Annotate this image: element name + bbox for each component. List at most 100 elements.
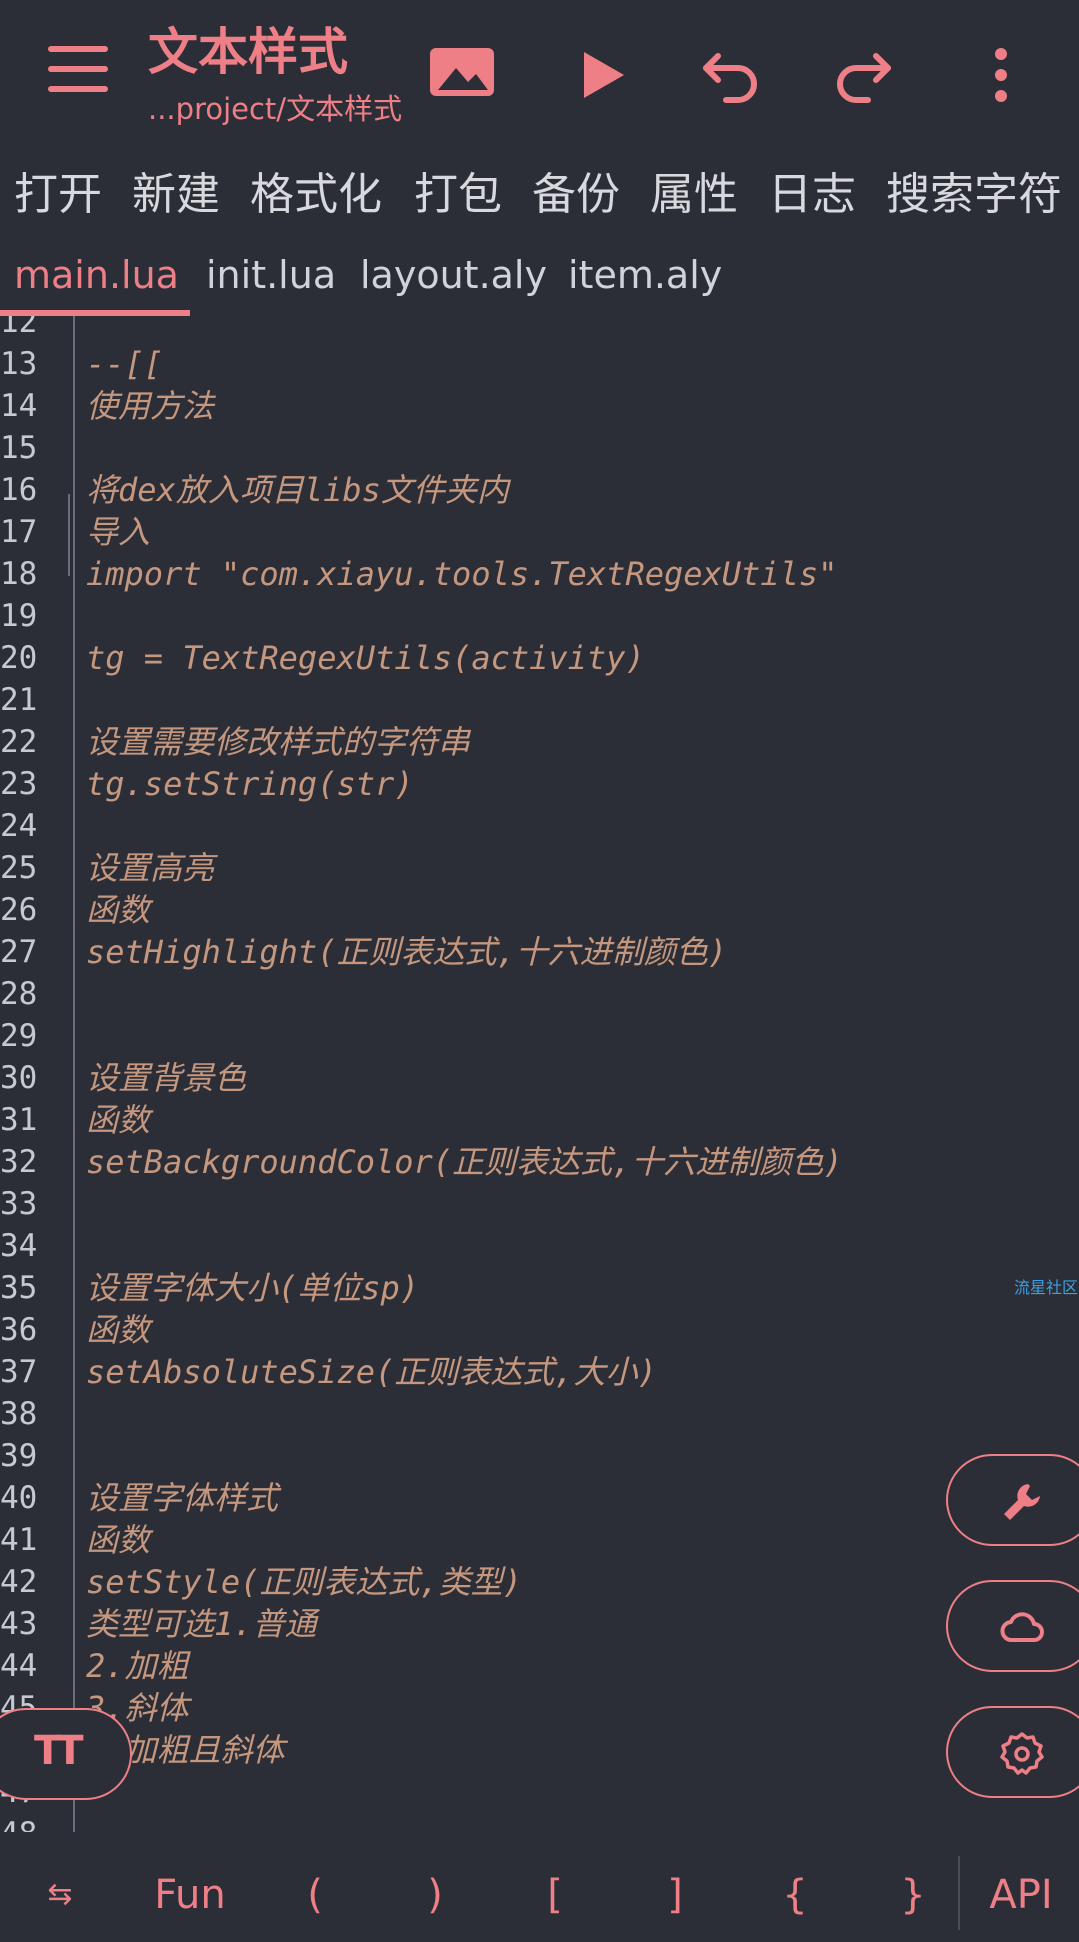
code-line[interactable]: 38 <box>0 1393 1079 1435</box>
code-line[interactable]: 27 setHighlight(正则表达式,十六进制颜色) <box>0 931 1079 973</box>
code-line[interactable]: 25 设置高亮 <box>0 847 1079 889</box>
line-number: 18 <box>0 556 38 592</box>
line-number: 26 <box>0 892 38 928</box>
code-line[interactable]: 41 函数 <box>0 1519 1079 1561</box>
watermark: 流星社区 <box>1014 1278 1079 1297</box>
code-text: 设置背景色 <box>86 1059 247 1097</box>
code-line[interactable]: 453.斜体 <box>0 1687 1079 1729</box>
line-number: 43 <box>0 1606 38 1642</box>
code-text: setBackgroundColor(正则表达式,十六进制颜色) <box>86 1143 843 1181</box>
menu-icon[interactable] <box>48 46 108 98</box>
code-line[interactable]: 33 <box>0 1183 1079 1225</box>
code-text: 函数 <box>86 1101 151 1139</box>
line-number: 36 <box>0 1312 38 1348</box>
code-line[interactable]: 14 使用方法 <box>0 385 1079 427</box>
code-line[interactable]: 36 函数 <box>0 1309 1079 1351</box>
code-line[interactable]: 16 将dex放入项目libs文件夹内 <box>0 469 1079 511</box>
project-path: ...project/文本样式 <box>148 92 403 126</box>
line-number: 14 <box>0 388 38 424</box>
code-line[interactable]: 40 设置字体样式 <box>0 1477 1079 1519</box>
redo-icon[interactable] <box>828 40 898 110</box>
line-number: 31 <box>0 1102 38 1138</box>
code-line[interactable]: 42 setStyle(正则表达式,类型) <box>0 1561 1079 1603</box>
code-line[interactable]: 44 2.加粗 <box>0 1645 1079 1687</box>
code-text: 设置字体样式 <box>86 1479 279 1517</box>
symbol-open-paren[interactable]: ( <box>290 1848 340 1942</box>
cloud-button[interactable] <box>946 1580 1079 1672</box>
line-number: 29 <box>0 1018 38 1054</box>
code-lines: 12 13 --[[14 使用方法 15 16 将dex放入项目libs文件夹内 17 导入 18… <box>0 316 1079 1832</box>
tab-item-aly[interactable]: item.aly <box>568 244 722 306</box>
line-number: 38 <box>0 1396 38 1432</box>
code-text: 类型可选1.普通 <box>86 1605 317 1643</box>
symbol-close-paren[interactable]: ) <box>410 1848 460 1942</box>
line-number: 12 <box>0 316 38 340</box>
line-number: 39 <box>0 1438 38 1474</box>
menu-item-open[interactable]: 打开 <box>14 160 102 230</box>
code-line[interactable]: 23 tg.setString(str) <box>0 763 1079 805</box>
symbol-bar: ⇆ Fun ( ) [ ] { } API <box>0 1848 1079 1942</box>
api-button[interactable]: API <box>976 1848 1066 1942</box>
code-line[interactable]: 15 <box>0 427 1079 469</box>
menu-item-backup[interactable]: 备份 <box>532 160 620 230</box>
code-line[interactable]: 43 类型可选1.普通 <box>0 1603 1079 1645</box>
line-number: 30 <box>0 1060 38 1096</box>
more-vert-icon[interactable] <box>966 40 1036 110</box>
symbol-open-brace[interactable]: { <box>770 1848 820 1942</box>
code-line[interactable]: 464.加粗且斜体 <box>0 1729 1079 1771</box>
code-line[interactable]: 20 tg = TextRegexUtils(activity) <box>0 637 1079 679</box>
code-text: setAbsoluteSize(正则表达式,大小) <box>86 1353 657 1391</box>
symbol-open-bracket[interactable]: [ <box>530 1848 580 1942</box>
symbol-close-brace[interactable]: } <box>888 1848 938 1942</box>
code-editor[interactable]: 12 13 --[[14 使用方法 15 16 将dex放入项目libs文件夹内 17 导入 18… <box>0 316 1079 1832</box>
code-line[interactable]: 47 <box>0 1771 1079 1813</box>
menu-item-format[interactable]: 格式化 <box>250 160 382 230</box>
code-line[interactable]: 19 <box>0 595 1079 637</box>
code-line[interactable]: 12 <box>0 316 1079 343</box>
undo-icon[interactable] <box>696 40 766 110</box>
play-icon[interactable] <box>566 40 636 110</box>
symbol-fun[interactable]: Fun <box>140 1848 240 1942</box>
tools-button[interactable] <box>946 1454 1079 1546</box>
line-number: 34 <box>0 1228 38 1264</box>
tab-layout-aly[interactable]: layout.aly <box>360 244 547 306</box>
settings-button[interactable] <box>946 1706 1079 1798</box>
menu-item-package[interactable]: 打包 <box>414 160 502 230</box>
symbol-close-bracket[interactable]: ] <box>650 1848 700 1942</box>
line-number: 15 <box>0 430 38 466</box>
code-line[interactable]: 28 <box>0 973 1079 1015</box>
wrench-icon <box>1004 1484 1040 1520</box>
code-text: 2.加粗 <box>86 1647 189 1685</box>
tab-key-icon[interactable]: ⇆ <box>30 1848 90 1942</box>
code-line[interactable]: 24 <box>0 805 1079 847</box>
code-line[interactable]: 35 设置字体大小(单位sp) <box>0 1267 1079 1309</box>
menu-item-search[interactable]: 搜索字符 <box>886 160 1062 230</box>
code-text: 设置高亮 <box>86 849 215 887</box>
code-line[interactable]: 22 设置需要修改样式的字符串 <box>0 721 1079 763</box>
code-line[interactable]: 13 --[[ <box>0 343 1079 385</box>
menu-item-new[interactable]: 新建 <box>132 160 220 230</box>
menu-item-log[interactable]: 日志 <box>768 160 856 230</box>
code-line[interactable]: 26 函数 <box>0 889 1079 931</box>
settings-icon <box>1000 1732 1044 1775</box>
code-line[interactable]: 48 <box>0 1813 1079 1832</box>
code-line[interactable]: 18 import "com.xiayu.tools.TextRegexUtils… <box>0 553 1079 595</box>
code-text: 导入 <box>86 513 151 551</box>
code-line[interactable]: 34 <box>0 1225 1079 1267</box>
tab-init-lua[interactable]: init.lua <box>206 244 336 306</box>
code-text: setHighlight(正则表达式,十六进制颜色) <box>86 933 727 971</box>
code-line[interactable]: 21 <box>0 679 1079 721</box>
menu-item-properties[interactable]: 属性 <box>650 160 738 230</box>
tab-main-lua[interactable]: main.lua <box>14 244 179 306</box>
code-line[interactable]: 31 函数 <box>0 1099 1079 1141</box>
line-number: 21 <box>0 682 38 718</box>
image-icon[interactable] <box>428 40 498 110</box>
code-line[interactable]: 17 导入 <box>0 511 1079 553</box>
code-line[interactable]: 29 <box>0 1015 1079 1057</box>
text-size-button[interactable]: TT <box>0 1708 132 1800</box>
line-number: 37 <box>0 1354 38 1390</box>
code-line[interactable]: 37 setAbsoluteSize(正则表达式,大小) <box>0 1351 1079 1393</box>
code-line[interactable]: 30 设置背景色 <box>0 1057 1079 1099</box>
code-line[interactable]: 32 setBackgroundColor(正则表达式,十六进制颜色) <box>0 1141 1079 1183</box>
code-line[interactable]: 39 <box>0 1435 1079 1477</box>
